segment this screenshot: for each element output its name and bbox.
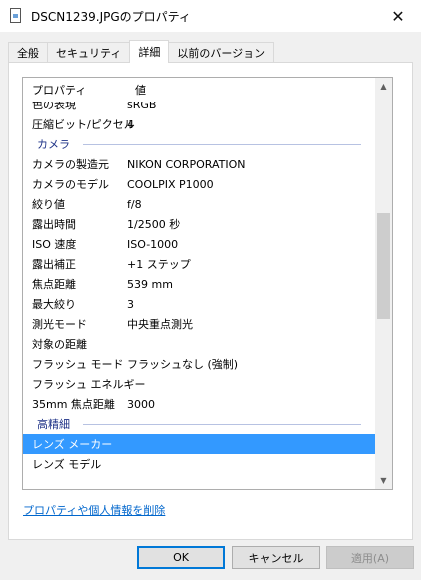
property-name: 35mm 焦点距離 <box>32 398 115 411</box>
ok-button[interactable]: OK <box>137 546 225 569</box>
property-name: 露出補正 <box>32 258 76 271</box>
list-rows: 色の表現 sRGB 圧縮ビット/ピクセル 4 カメラ カメラの製造元 NIKON … <box>23 102 375 489</box>
tab-strip: 全般 セキュリティ 詳細 以前のバージョン <box>8 40 275 63</box>
group-header-advanced: 高精細 <box>23 414 375 434</box>
list-item[interactable]: ISO 速度 ISO-1000 <box>23 234 375 254</box>
cancel-button[interactable]: キャンセル <box>232 546 320 569</box>
property-list[interactable]: プロパティ 値 色の表現 sRGB 圧縮ビット/ピクセル 4 カメラ カメラの製… <box>22 77 393 490</box>
group-header-camera: カメラ <box>23 134 375 154</box>
file-icon <box>9 8 23 24</box>
list-item[interactable]: カメラの製造元 NIKON CORPORATION <box>23 154 375 174</box>
property-name: 焦点距離 <box>32 278 76 291</box>
group-divider <box>83 144 361 145</box>
list-item[interactable]: 35mm 焦点距離 3000 <box>23 394 375 414</box>
list-item[interactable]: 露出時間 1/2500 秒 <box>23 214 375 234</box>
property-name: 絞り値 <box>32 198 65 211</box>
group-label: カメラ <box>23 136 76 152</box>
list-item[interactable]: フラッシュ エネルギー <box>23 374 375 394</box>
property-name: レンズ モデル <box>32 458 102 471</box>
scrollbar-thumb[interactable] <box>377 213 390 319</box>
property-value: f/8 <box>127 197 142 211</box>
property-value: 539 mm <box>127 277 173 291</box>
tab-details[interactable]: 詳細 <box>129 40 170 63</box>
property-name: フラッシュ エネルギー <box>32 378 146 391</box>
property-name: カメラのモデル <box>32 178 109 191</box>
list-item[interactable]: フラッシュ モード フラッシュなし (強制) <box>23 354 375 374</box>
list-item[interactable]: 圧縮ビット/ピクセル 4 <box>23 114 375 134</box>
list-header: プロパティ 値 <box>23 78 375 102</box>
window-title: DSCN1239.JPGのプロパティ <box>31 9 191 24</box>
tab-previous-versions[interactable]: 以前のバージョン <box>168 42 275 62</box>
property-name: ISO 速度 <box>32 238 77 251</box>
title-bar: DSCN1239.JPGのプロパティ ✕ <box>0 0 421 32</box>
property-name: カメラの製造元 <box>32 158 109 171</box>
property-value: 4 <box>127 117 134 131</box>
apply-button[interactable]: 適用(A) <box>326 546 414 569</box>
list-item[interactable]: レンズ モデル <box>23 454 375 474</box>
list-item-selected[interactable]: レンズ メーカー <box>23 434 375 454</box>
property-name: 圧縮ビット/ピクセル <box>32 118 135 131</box>
property-value: 3000 <box>127 397 155 411</box>
list-item[interactable]: 色の表現 sRGB <box>23 102 375 114</box>
property-value: COOLPIX P1000 <box>127 177 214 191</box>
property-value: 中央重点測光 <box>127 318 193 331</box>
property-name: 色の表現 <box>32 102 76 111</box>
property-value: NIKON CORPORATION <box>127 157 246 171</box>
property-name: フラッシュ モード <box>32 358 124 371</box>
property-name: 最大絞り <box>32 298 76 311</box>
property-value: ISO-1000 <box>127 237 179 251</box>
vertical-scrollbar[interactable]: ▲ ▼ <box>375 78 392 489</box>
list-item[interactable]: 対象の距離 <box>23 334 375 354</box>
list-item[interactable]: 露出補正 +1 ステップ <box>23 254 375 274</box>
remove-properties-link[interactable]: プロパティや個人情報を削除 <box>23 502 165 518</box>
property-value: +1 ステップ <box>127 258 191 271</box>
property-value: sRGB <box>127 102 157 111</box>
group-divider <box>83 424 361 425</box>
property-value: フラッシュなし (強制) <box>127 358 239 371</box>
property-value: 1/2500 秒 <box>127 218 181 231</box>
tab-security[interactable]: セキュリティ <box>47 42 131 62</box>
scroll-up-icon[interactable]: ▲ <box>375 78 392 95</box>
list-item[interactable]: 測光モード 中央重点測光 <box>23 314 375 334</box>
property-name: 対象の距離 <box>32 338 87 351</box>
column-header-property[interactable]: プロパティ <box>23 82 132 98</box>
property-name: レンズ メーカー <box>32 438 113 451</box>
list-item[interactable]: 焦点距離 539 mm <box>23 274 375 294</box>
column-header-value[interactable]: 値 <box>132 82 146 98</box>
property-name: 露出時間 <box>32 218 76 231</box>
list-item[interactable]: 最大絞り 3 <box>23 294 375 314</box>
tab-general[interactable]: 全般 <box>8 42 48 62</box>
property-value: 3 <box>127 297 134 311</box>
scroll-down-icon[interactable]: ▼ <box>375 472 392 489</box>
dialog-body: 全般 セキュリティ 詳細 以前のバージョン プロパティ 値 色の表現 sRGB … <box>0 32 421 580</box>
group-label: 高精細 <box>23 416 76 432</box>
close-icon[interactable]: ✕ <box>375 0 421 32</box>
list-item[interactable]: カメラのモデル COOLPIX P1000 <box>23 174 375 194</box>
property-name: 測光モード <box>32 318 87 331</box>
list-item[interactable]: 絞り値 f/8 <box>23 194 375 214</box>
